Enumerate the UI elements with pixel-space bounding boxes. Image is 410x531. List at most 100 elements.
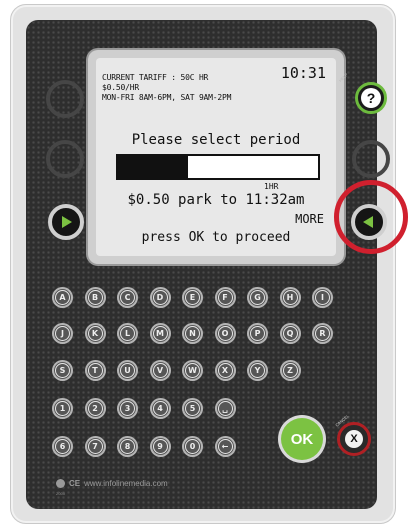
key-h[interactable]: H	[279, 287, 301, 308]
cancel-button[interactable]: X	[337, 422, 371, 456]
key-z[interactable]: Z	[279, 360, 301, 381]
triangle-left-icon	[363, 216, 373, 228]
proceed-instruction: press OK to proceed	[141, 230, 291, 245]
key-label: J	[55, 326, 70, 341]
footer-url: www.infolinemedia.com	[84, 479, 168, 488]
key-label: X	[217, 363, 233, 378]
key-label: D	[152, 290, 168, 305]
key-label: H	[282, 290, 298, 305]
key-a[interactable]: A	[52, 287, 73, 308]
ce-mark: CE	[69, 479, 81, 488]
key-0[interactable]: 0	[182, 436, 203, 457]
key-label: 9	[152, 439, 168, 454]
key-label: 4	[152, 401, 168, 416]
key-label: W	[185, 363, 200, 378]
key-8[interactable]: 8	[117, 436, 138, 457]
key-label: 2	[87, 401, 103, 416]
key-label: I	[315, 290, 330, 305]
key-label: K	[87, 326, 103, 341]
key-q[interactable]: Q	[279, 323, 301, 344]
key-7[interactable]: 7	[84, 436, 106, 457]
more-label: MORE	[295, 212, 324, 226]
key-4[interactable]: 4	[149, 398, 171, 419]
help-symbol: ?	[366, 90, 376, 106]
key-g[interactable]: G	[247, 287, 268, 308]
key-1[interactable]: 1	[52, 398, 73, 419]
key-label: F	[217, 290, 233, 305]
key-t[interactable]: T	[84, 360, 106, 381]
key-label: U	[120, 363, 135, 378]
key-label: C	[120, 290, 135, 305]
space-key[interactable]: ␣	[214, 398, 236, 419]
key-i[interactable]: I	[312, 287, 333, 308]
key-label: R	[315, 326, 330, 341]
key-w[interactable]: W	[182, 360, 203, 381]
key-9[interactable]: 9	[149, 436, 171, 457]
period-progress-bar	[116, 154, 320, 180]
key-c[interactable]: C	[117, 287, 138, 308]
decorative-ring	[46, 80, 84, 118]
key-o[interactable]: O	[214, 323, 236, 344]
period-progress-fill	[118, 156, 188, 178]
key-label: 1	[55, 401, 70, 416]
key-j[interactable]: J	[52, 323, 73, 344]
tariff-hours: MON-FRI 8AM-6PM, SAT 9AM-2PM	[102, 93, 232, 102]
footer: CE www.infolinemedia.com	[56, 479, 168, 488]
key-label: E	[185, 290, 200, 305]
key-k[interactable]: K	[84, 323, 106, 344]
decorative-ring	[352, 140, 390, 178]
key-n[interactable]: N	[182, 323, 203, 344]
tariff-rate: $0.50/HR	[102, 83, 139, 92]
key-label: Y	[250, 363, 265, 378]
ok-label: OK	[290, 430, 314, 448]
help-icon: ?	[361, 88, 381, 108]
decorative-ring	[46, 140, 84, 178]
key-x[interactable]: X	[214, 360, 236, 381]
key-5[interactable]: 5	[182, 398, 203, 419]
mark-code: Z000	[56, 491, 66, 496]
lcd-screen: CURRENT TARIFF : 50C HR $0.50/HR MON-FRI…	[96, 58, 336, 256]
clock-time: 10:31	[280, 64, 326, 82]
key-l[interactable]: L	[117, 323, 138, 344]
key-2[interactable]: 2	[84, 398, 106, 419]
key-label: G	[250, 290, 265, 305]
decrease-period-button[interactable]	[48, 204, 84, 240]
checkmark-icon	[56, 479, 65, 488]
key-label: S	[55, 363, 70, 378]
key-label: M	[152, 326, 168, 341]
key-label: N	[185, 326, 200, 341]
key-label: Z	[282, 363, 298, 378]
key-label: A	[55, 290, 70, 305]
select-period-prompt: Please select period	[131, 132, 301, 148]
key-s[interactable]: S	[52, 360, 73, 381]
key-6[interactable]: 6	[52, 436, 73, 457]
period-scale-label: 1HR	[264, 182, 279, 191]
key-label: 0	[185, 439, 200, 454]
key-b[interactable]: B	[84, 287, 106, 308]
triangle-right-icon	[62, 216, 72, 228]
key-r[interactable]: R	[312, 323, 333, 344]
ok-button[interactable]: OK	[281, 418, 323, 460]
key-f[interactable]: F	[214, 287, 236, 308]
backspace-key[interactable]: ←	[214, 436, 236, 457]
key-3[interactable]: 3	[117, 398, 138, 419]
key-e[interactable]: E	[182, 287, 203, 308]
help-button[interactable]: ?	[355, 82, 387, 114]
key-y[interactable]: Y	[247, 360, 268, 381]
key-d[interactable]: D	[149, 287, 171, 308]
key-label: B	[87, 290, 103, 305]
key-label: L	[120, 326, 135, 341]
key-u[interactable]: U	[117, 360, 138, 381]
key-m[interactable]: M	[149, 323, 171, 344]
key-v[interactable]: V	[149, 360, 171, 381]
key-label: 7	[87, 439, 103, 454]
tariff-line: CURRENT TARIFF : 50C HR	[102, 73, 209, 82]
key-label: 8	[120, 439, 135, 454]
key-label: O	[217, 326, 233, 341]
key-p[interactable]: P	[247, 323, 268, 344]
key-label: 5	[185, 401, 200, 416]
increase-period-button[interactable]	[351, 204, 387, 240]
key-label: ␣	[217, 401, 233, 416]
key-label: ←	[217, 439, 233, 454]
key-label: V	[152, 363, 168, 378]
